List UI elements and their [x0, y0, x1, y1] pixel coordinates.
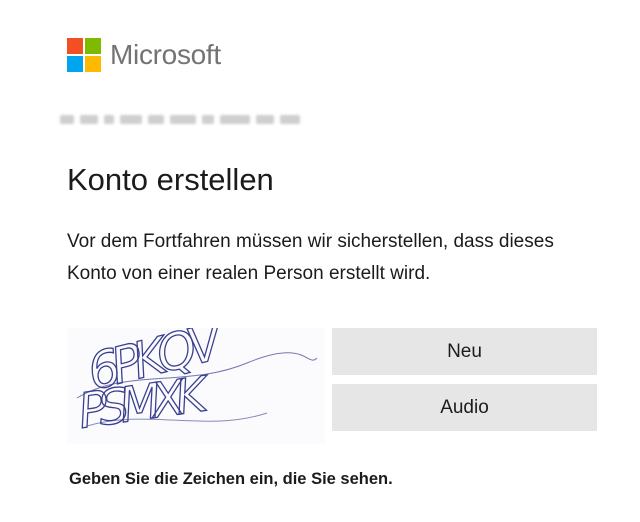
captcha-section: 6PKQV PSMXK Neu Audio	[67, 311, 597, 444]
logo-square-blue	[67, 56, 83, 72]
signup-page: Microsoft Konto erstellen Vor dem Fortfa…	[0, 0, 640, 522]
captcha-hint: Geben Sie die Zeichen ein, die Sie sehen…	[69, 470, 393, 488]
page-title: Konto erstellen	[67, 162, 274, 197]
microsoft-logo: Microsoft	[67, 38, 221, 72]
brand-name: Microsoft	[110, 39, 221, 70]
audio-captcha-button[interactable]: Audio	[332, 384, 597, 431]
redacted-email	[60, 113, 304, 126]
page-description: Vor dem Fortfahren müssen wir sicherstel…	[67, 231, 554, 284]
captcha-image: 6PKQV PSMXK	[67, 311, 325, 444]
microsoft-logo-icon	[67, 38, 101, 72]
captcha-drawing: 6PKQV PSMXK	[74, 311, 318, 441]
logo-square-green	[85, 38, 101, 54]
logo-square-yellow	[85, 56, 101, 72]
new-captcha-button[interactable]: Neu	[332, 328, 597, 375]
logo-square-red	[67, 38, 83, 54]
